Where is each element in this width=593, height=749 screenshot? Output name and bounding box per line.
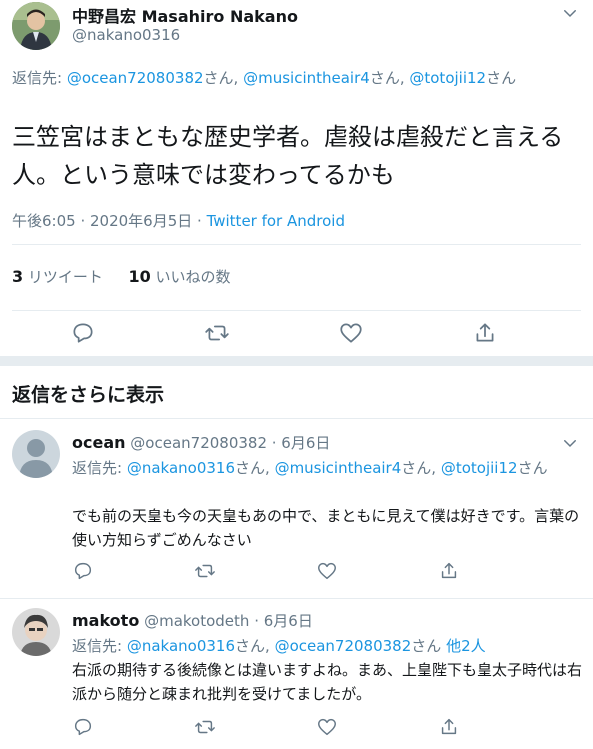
handle[interactable]: @nakano0316 [72, 26, 180, 44]
mention-link[interactable]: @totojii12 [441, 459, 518, 477]
reply-tweet[interactable]: makoto @makotodeth · 6月6日 返信先: @nakano03… [0, 598, 593, 749]
mention-suffix: さん [203, 69, 234, 87]
timestamp[interactable]: 午後6:05 · 2020年6月5日 · [12, 212, 207, 230]
divider [12, 310, 581, 311]
section-title[interactable]: 返信をさらに表示 [12, 380, 164, 407]
mention-link[interactable]: @totojii12 [409, 69, 486, 87]
main-tweet: 中野昌宏 Masahiro Nakano @nakano0316 返信先: @o… [0, 0, 593, 356]
mention-suffix: さん [401, 459, 432, 477]
chevron-down-icon[interactable] [561, 4, 579, 26]
like-label: いいねの数 [155, 268, 231, 286]
mention-suffix: さん [517, 459, 548, 477]
mention-link[interactable]: @ocean72080382 [275, 637, 412, 655]
like-icon[interactable] [316, 560, 338, 582]
mention-suffix: さん [369, 69, 400, 87]
like-count: 10 [128, 267, 151, 286]
retweet-count: 3 [12, 267, 24, 286]
tweet-meta: 午後6:05 · 2020年6月5日 · Twitter for Android [12, 210, 345, 231]
reply-to-prefix: 返信先: [72, 637, 127, 655]
reply-display-name[interactable]: ocean [72, 433, 126, 452]
reply-to-line: 返信先: @nakano0316さん, @musicintheair4さん, @… [72, 456, 582, 480]
mention-link[interactable]: @musicintheair4 [243, 69, 370, 87]
reply-to-line: 返信先: @ocean72080382さん, @musicintheair4さん… [12, 66, 582, 90]
retweet-icon[interactable] [194, 716, 216, 738]
action-bar [72, 716, 460, 738]
share-icon[interactable] [438, 560, 460, 582]
like-icon[interactable] [316, 716, 338, 738]
display-name[interactable]: 中野昌宏 Masahiro Nakano [72, 3, 298, 27]
avatar[interactable] [12, 608, 60, 656]
mention-suffix: さん [411, 637, 442, 655]
reply-header: makoto @makotodeth · 6月6日 [72, 610, 313, 631]
mention-link[interactable]: @ocean72080382 [67, 69, 204, 87]
mention-suffix: さん [235, 637, 266, 655]
avatar[interactable] [12, 2, 60, 50]
mention-separator: , [233, 69, 244, 87]
avatar[interactable] [12, 430, 60, 478]
mention-link[interactable]: @musicintheair4 [275, 459, 402, 477]
reply-text: でも前の天皇も今の天皇もあの中で、まともに見えて僕は好きです。言葉の使い方知らず… [72, 507, 580, 549]
reply-display-name[interactable]: makoto [72, 611, 139, 630]
share-icon[interactable] [472, 320, 498, 346]
action-bar [70, 320, 498, 346]
section-separator [0, 356, 593, 366]
reply-to-line: 返信先: @nakano0316さん, @ocean72080382さん 他2人 [72, 634, 582, 658]
mention-link[interactable]: @nakano0316 [127, 637, 235, 655]
retweet-icon[interactable] [204, 320, 230, 346]
reply-tweet[interactable]: ocean @ocean72080382 · 6月6日 返信先: @nakano… [0, 418, 593, 598]
others-link[interactable]: 他2人 [446, 637, 486, 655]
source-link[interactable]: Twitter for Android [207, 212, 345, 230]
reply-to-prefix: 返信先: [12, 69, 67, 87]
reply-meta[interactable]: @makotodeth · 6月6日 [144, 612, 313, 630]
mention-separator: , [265, 459, 275, 477]
retweet-label: リツイート [27, 268, 103, 286]
like-icon[interactable] [338, 320, 364, 346]
engagement-counts: 3 リツイート 10 いいねの数 [12, 266, 231, 287]
retweet-stat[interactable]: 3 リツイート [12, 267, 103, 286]
mention-suffix: さん [486, 69, 517, 87]
divider [12, 244, 581, 245]
chevron-down-icon[interactable] [561, 434, 579, 456]
mention-separator: , [431, 459, 441, 477]
mention-suffix: さん [235, 459, 266, 477]
mention-separator: , [265, 637, 275, 655]
reply-icon[interactable] [72, 716, 94, 738]
reply-to-prefix: 返信先: [72, 459, 127, 477]
action-bar [72, 560, 460, 582]
reply-header: ocean @ocean72080382 · 6月6日 [72, 432, 330, 453]
tweet-text: 三笠宮はまともな歴史学者。虐殺は虐殺だと言える人。という意味では変わってるかも [12, 123, 564, 189]
retweet-icon[interactable] [194, 560, 216, 582]
reply-icon[interactable] [72, 560, 94, 582]
reply-meta[interactable]: @ocean72080382 · 6月6日 [130, 434, 330, 452]
share-icon[interactable] [438, 716, 460, 738]
mention-link[interactable]: @nakano0316 [127, 459, 235, 477]
reply-icon[interactable] [70, 320, 96, 346]
reply-text: 右派の期待する後続像とは違いますよね。まあ、上皇陛下も皇太子時代は右派から随分と… [72, 661, 583, 703]
mention-separator: , [399, 69, 410, 87]
like-stat[interactable]: 10 いいねの数 [128, 267, 231, 286]
